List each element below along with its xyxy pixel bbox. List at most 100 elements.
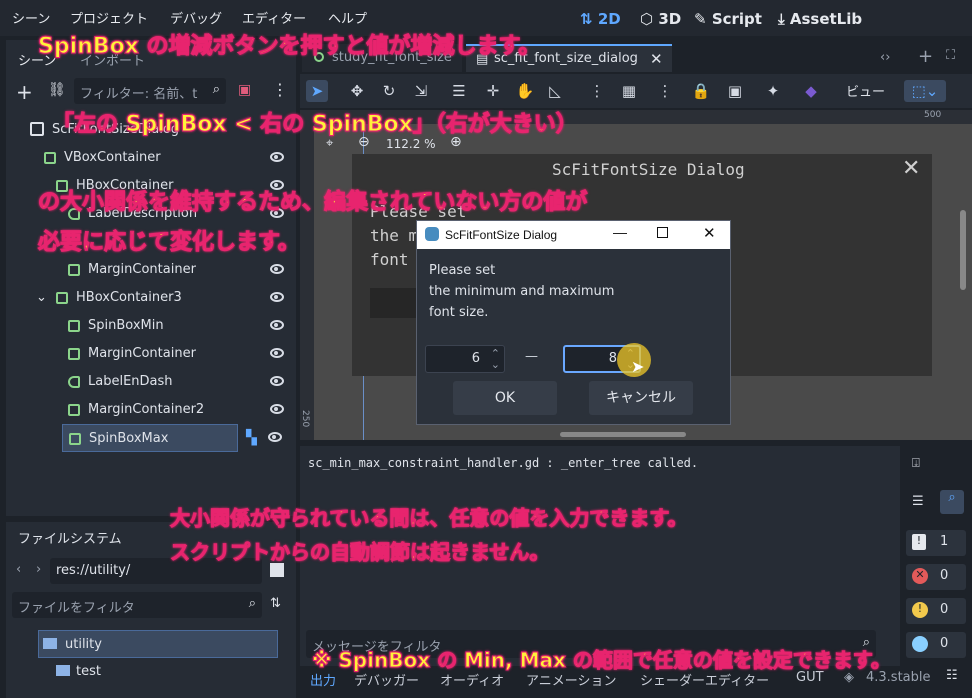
file-item-selected[interactable]: utility — [38, 630, 278, 658]
dialog-window: ScFitFontSize Dialog — ✕ Please set the … — [416, 220, 731, 425]
sort-icon[interactable]: ⇅ — [270, 596, 281, 611]
cancel-button[interactable]: キャンセル — [589, 381, 693, 415]
tree-row[interactable]: LabelEnDash — [10, 368, 290, 396]
dialog-description: Please set — [429, 263, 496, 278]
workspace-assetlib-button[interactable]: ⤓ AssetLib — [778, 10, 862, 28]
scene-filter-input[interactable]: フィルター: 名前、t ⌕ — [74, 78, 226, 104]
tree-row[interactable]: SpinBoxMin — [10, 312, 290, 340]
visibility-icon[interactable] — [270, 376, 284, 386]
viewport-hscrollbar[interactable] — [560, 432, 686, 437]
group-icon[interactable]: ▣ — [724, 80, 746, 102]
menu-scene[interactable]: シーン — [12, 8, 50, 27]
tree-row[interactable]: MarginContainer — [10, 340, 290, 368]
link-icon[interactable]: ⛓ — [48, 82, 66, 98]
menu-project[interactable]: プロジェクト — [70, 8, 148, 27]
filter-warnings-button[interactable]: ! 0 — [906, 598, 966, 624]
file-item[interactable]: test — [52, 658, 252, 686]
2d-icon: ⇅ — [580, 10, 593, 28]
visibility-icon[interactable] — [270, 152, 284, 162]
viewport-scrollbar[interactable] — [960, 210, 966, 290]
scale-tool-icon[interactable]: ⇲ — [410, 80, 432, 102]
more-icon[interactable]: ⋮ — [654, 80, 676, 102]
tree-row-selected[interactable]: SpinBoxMax — [62, 424, 238, 452]
snap-icon[interactable]: ⋮ — [586, 80, 608, 102]
fold-icon[interactable]: ⌖ — [326, 136, 333, 151]
filesystem-title: ファイルシステム — [18, 532, 122, 547]
annotation-text: SpinBox の増減ボタンを押すと値が増減します。 — [37, 34, 541, 60]
tab-scroll-icon[interactable]: ‹› — [880, 50, 890, 65]
panel-toggle-icon[interactable]: ☷ — [946, 668, 958, 683]
pan-tool-icon[interactable]: ✋ — [514, 80, 536, 102]
hbox-icon — [56, 292, 68, 304]
stepper-icon[interactable]: ⌃⌄ — [491, 348, 500, 370]
forward-icon[interactable]: › — [36, 562, 41, 577]
add-node-icon[interactable]: + — [16, 80, 33, 104]
dialog-description: font size. — [429, 305, 489, 320]
wrap-icon[interactable]: ☰ — [912, 494, 924, 509]
anchor-menu-icon[interactable]: ⬚⌄ — [904, 80, 946, 102]
menu-help[interactable]: ヘルプ — [328, 8, 367, 27]
search-icon[interactable]: ⌕ — [940, 490, 964, 514]
visibility-icon[interactable] — [270, 292, 284, 302]
distraction-free-icon[interactable]: ⛶ — [946, 48, 955, 63]
view-menu[interactable]: ビュー — [846, 81, 885, 100]
search-icon: ⌕ — [248, 596, 256, 611]
menu-debug[interactable]: デバッグ — [170, 8, 222, 27]
godot-icon — [425, 227, 439, 241]
visibility-icon[interactable] — [270, 348, 284, 358]
move-tool-icon[interactable]: ✥ — [346, 80, 368, 102]
en-dash-label: — — [525, 349, 538, 364]
message-icon: ! — [912, 534, 926, 550]
tree-row[interactable]: VBoxContainer — [10, 144, 290, 172]
menu-editor[interactable]: エディター — [242, 8, 306, 27]
grid-snap-icon[interactable]: ▦ — [618, 80, 640, 102]
file-filter-input[interactable]: ファイルをフィルタ ⌕ — [12, 592, 262, 618]
maximize-icon[interactable] — [657, 227, 668, 238]
lock-icon[interactable]: 🔒 — [690, 80, 712, 102]
workspace-2d-button[interactable]: ⇅ 2D — [580, 10, 621, 28]
script-attach-icon[interactable]: ▣ — [238, 82, 251, 98]
minimize-icon[interactable]: — — [613, 224, 627, 240]
dialog-titlebar: ScFitFontSize Dialog — ✕ — [417, 221, 730, 249]
rotate-tool-icon[interactable]: ↻ — [378, 80, 400, 102]
game-spinbox — [370, 288, 420, 318]
annotation-text: ※ SpinBox の Min, Max の範囲で任意の値を設定できます。 — [312, 648, 892, 673]
add-tab-icon[interactable]: + — [918, 46, 933, 67]
tree-row[interactable]: MarginContainer — [10, 256, 290, 284]
chevron-down-icon[interactable]: ⌄ — [36, 290, 47, 305]
filter-messages-button[interactable]: ! 1 — [906, 530, 966, 556]
annotation-text: 必要に応じて変化します。 — [38, 230, 301, 256]
zoom-level[interactable]: 112.2 % — [386, 137, 436, 151]
visibility-icon[interactable] — [270, 320, 284, 330]
select-tool-icon[interactable]: ➤ — [306, 80, 328, 102]
layout-toggle-icon[interactable] — [270, 563, 284, 577]
tree-row[interactable]: ⌄ HBoxContainer3 — [10, 284, 290, 312]
script-icon[interactable]: ▚ — [246, 430, 257, 446]
bone-icon[interactable]: ✦ — [762, 80, 784, 102]
annotation-text: 「左の SpinBox < 右の SpinBox」（右が大きい） — [52, 112, 579, 138]
spinbox-icon — [68, 320, 80, 332]
ok-button[interactable]: OK — [453, 381, 557, 415]
close-icon[interactable]: ✕ — [650, 50, 663, 68]
filter-errors-button[interactable]: ✕ 0 — [906, 564, 966, 590]
folder-icon — [56, 665, 70, 676]
close-icon[interactable]: ✕ — [703, 224, 716, 242]
3d-icon: ⬡ — [640, 10, 654, 28]
tree-row[interactable]: MarginContainer2 — [10, 396, 290, 424]
ruler-tool-icon[interactable]: ◺ — [544, 80, 566, 102]
workspace-script-button[interactable]: ✎ Script — [694, 10, 762, 28]
workspace-3d-button[interactable]: ⬡ 3D — [640, 10, 681, 28]
clear-output-icon[interactable]: ⍗ — [912, 456, 920, 471]
visibility-icon[interactable] — [270, 404, 284, 414]
visibility-icon[interactable] — [268, 432, 282, 442]
output-line: sc_min_max_constraint_handler.gd : _ente… — [308, 456, 699, 470]
more-icon[interactable]: ⋮ — [272, 80, 288, 99]
panel-icon — [30, 122, 44, 136]
visibility-icon[interactable] — [270, 264, 284, 274]
spinbox-min[interactable]: 6 ⌃ ⌄ — [425, 345, 505, 373]
list-select-icon[interactable]: ☰ — [448, 80, 470, 102]
back-icon[interactable]: ‹ — [16, 562, 21, 577]
pivot-tool-icon[interactable]: ✛ — [482, 80, 504, 102]
cam-override-icon[interactable]: ◆ — [800, 80, 822, 102]
filter-other-button[interactable]: 0 — [906, 632, 966, 658]
